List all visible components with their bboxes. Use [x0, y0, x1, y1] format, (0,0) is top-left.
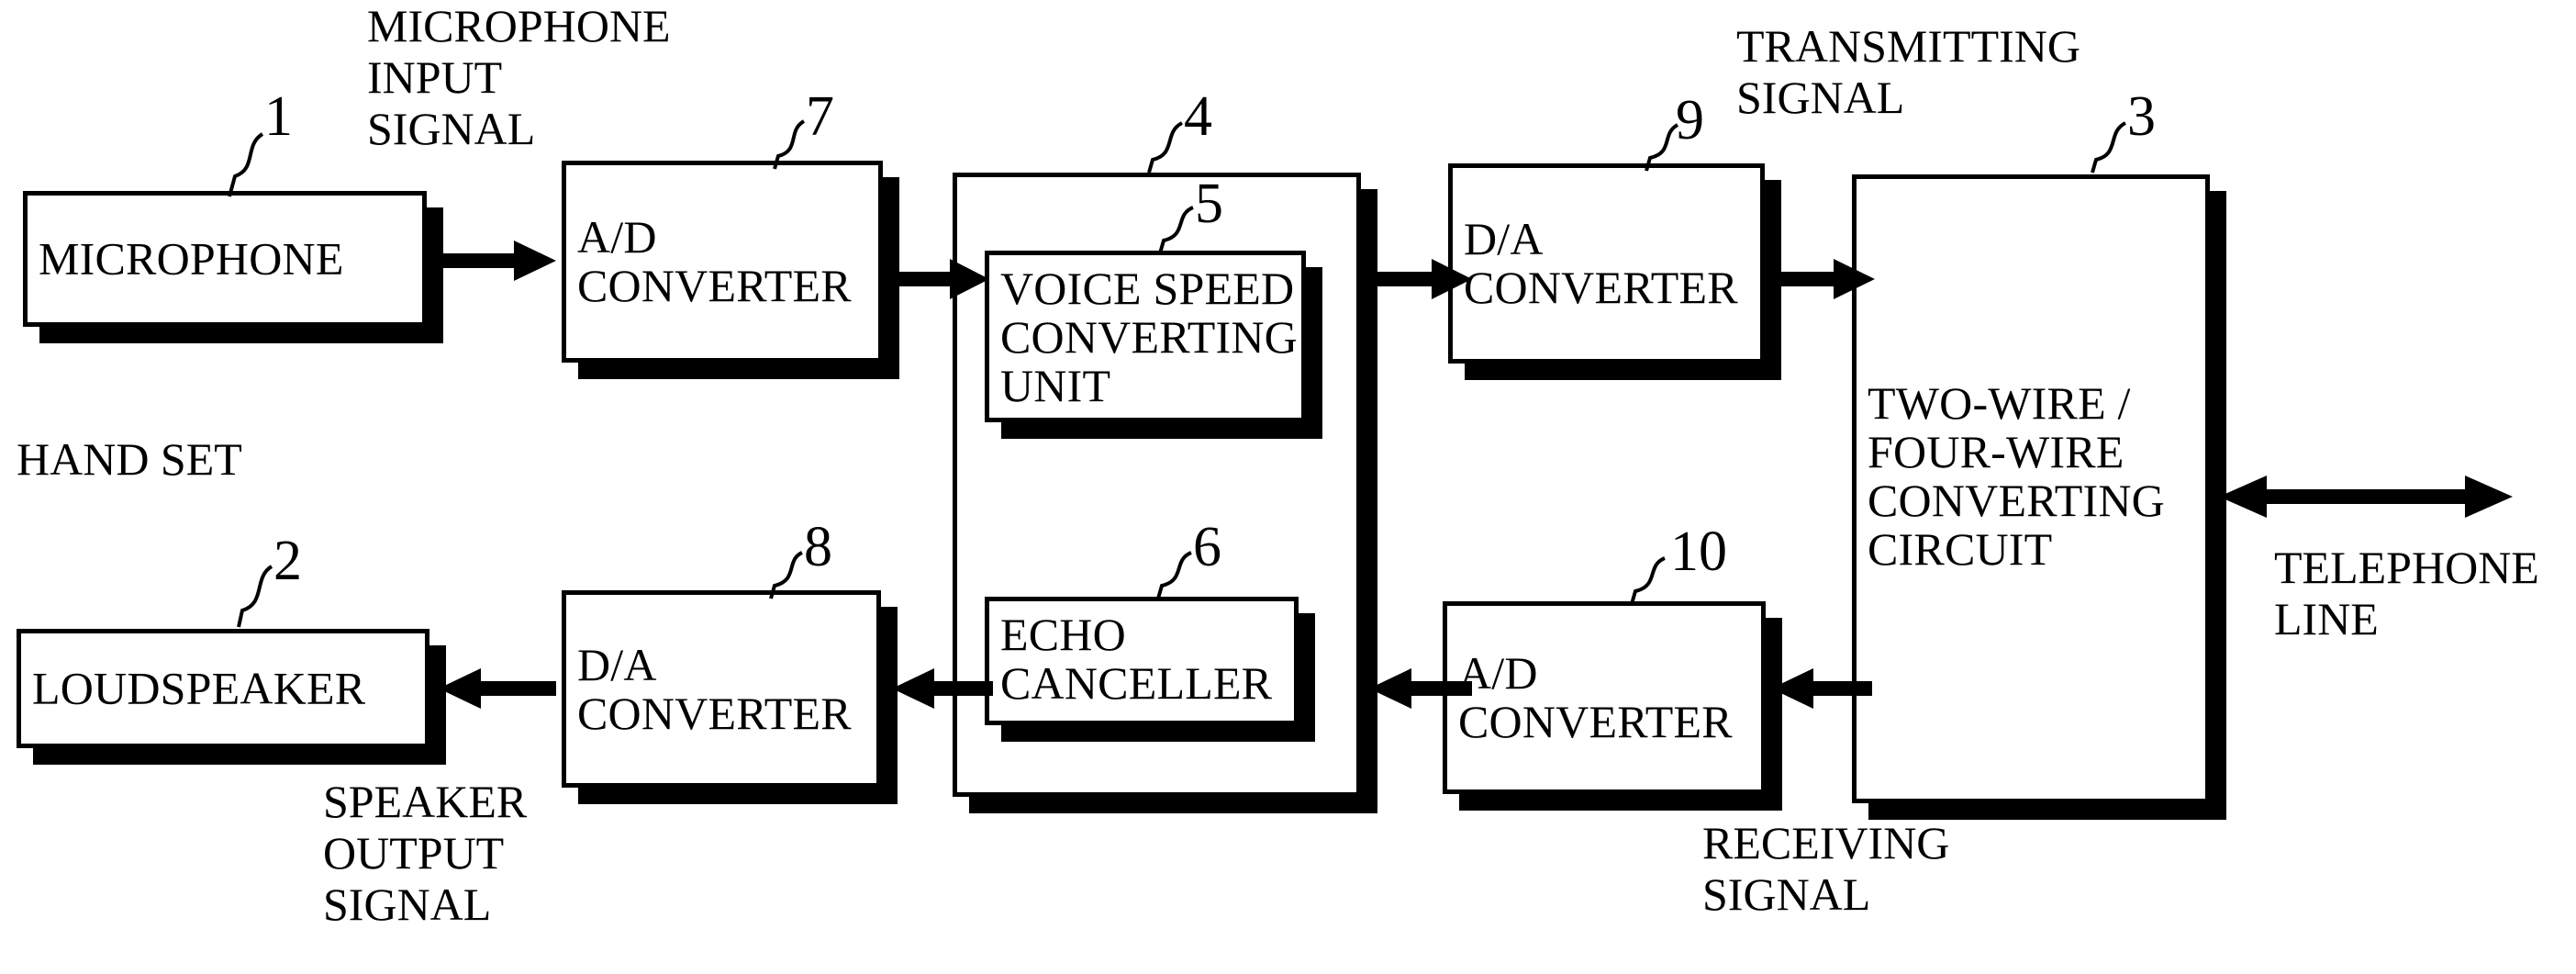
- leader-line-4: [1147, 121, 1184, 174]
- block-da-converter-9: D/A CONVERTER: [1448, 163, 1765, 364]
- arrow-da8-to-loudspeaker: [439, 668, 556, 709]
- block-da-converter-8: D/A CONVERTER: [562, 590, 881, 788]
- arrow-ad7-to-block4: [895, 259, 989, 299]
- arrow-microphone-to-ad7: [439, 241, 556, 281]
- arrow-ad10-to-block4: [1369, 668, 1472, 709]
- leader-line-7: [773, 119, 806, 170]
- leader-line-8: [769, 551, 804, 599]
- block-two-wire-four-wire-converting-circuit-3-label: TWO-WIRE / FOUR-WIRE CONVERTING CIRCUIT: [1868, 377, 2165, 575]
- block-ad-converter-7: A/D CONVERTER: [562, 161, 883, 363]
- block-voice-speed-converting-unit-5-label: VOICE SPEED CONVERTING UNIT: [1000, 263, 1298, 411]
- block-echo-canceller-6: ECHO CANCELLER: [985, 597, 1299, 725]
- leader-line-2: [237, 565, 273, 628]
- leader-line-6: [1156, 551, 1192, 599]
- arrow-telephone-line: [2219, 476, 2513, 518]
- arrow-block4-to-da8: [892, 668, 993, 709]
- patent-figure-canvas: MICROPHONE 1 A/D CONVERTER 7 4 VOICE SPE…: [0, 0, 2576, 974]
- block-loudspeaker-2: LOUDSPEAKER: [17, 629, 429, 748]
- leader-line-1: [228, 132, 264, 197]
- annotation-receiving-signal: RECEIVING SIGNAL: [1702, 817, 1950, 920]
- annotation-speaker-output-signal: SPEAKER OUTPUT SIGNAL: [323, 776, 528, 930]
- block-two-wire-four-wire-converting-circuit-3: TWO-WIRE / FOUR-WIRE CONVERTING CIRCUIT: [1852, 174, 2210, 803]
- block-loudspeaker-2-label: LOUDSPEAKER: [32, 662, 366, 714]
- block-da-converter-9-label: D/A CONVERTER: [1464, 213, 1738, 313]
- leader-line-3: [2091, 121, 2127, 174]
- annotation-transmitting-signal: TRANSMITTING SIGNAL: [1736, 20, 2080, 123]
- arrow-da9-to-block3: [1780, 259, 1875, 299]
- arrow-block4-to-da9: [1375, 259, 1472, 299]
- arrow-block3-to-ad10: [1771, 668, 1872, 709]
- block-ad-converter-7-label: A/D CONVERTER: [577, 211, 852, 311]
- block-echo-canceller-6-label: ECHO CANCELLER: [1000, 609, 1273, 709]
- leader-line-9: [1645, 123, 1679, 172]
- block-da-converter-8-label: D/A CONVERTER: [577, 638, 852, 739]
- leader-line-10: [1630, 556, 1666, 605]
- annotation-hand-set: HAND SET: [17, 433, 242, 485]
- annotation-microphone-input-signal: MICROPHONE INPUT SIGNAL: [367, 0, 671, 154]
- block-microphone: MICROPHONE: [23, 191, 427, 327]
- block-voice-speed-converting-unit-5: VOICE SPEED CONVERTING UNIT: [985, 251, 1306, 422]
- block-ad-converter-10-label: A/D CONVERTER: [1458, 647, 1733, 747]
- leader-line-5: [1158, 206, 1194, 254]
- annotation-telephone-line: TELEPHONE LINE: [2274, 542, 2539, 644]
- block-microphone-label: MICROPHONE: [39, 232, 344, 285]
- block-ad-converter-10: A/D CONVERTER: [1443, 601, 1766, 794]
